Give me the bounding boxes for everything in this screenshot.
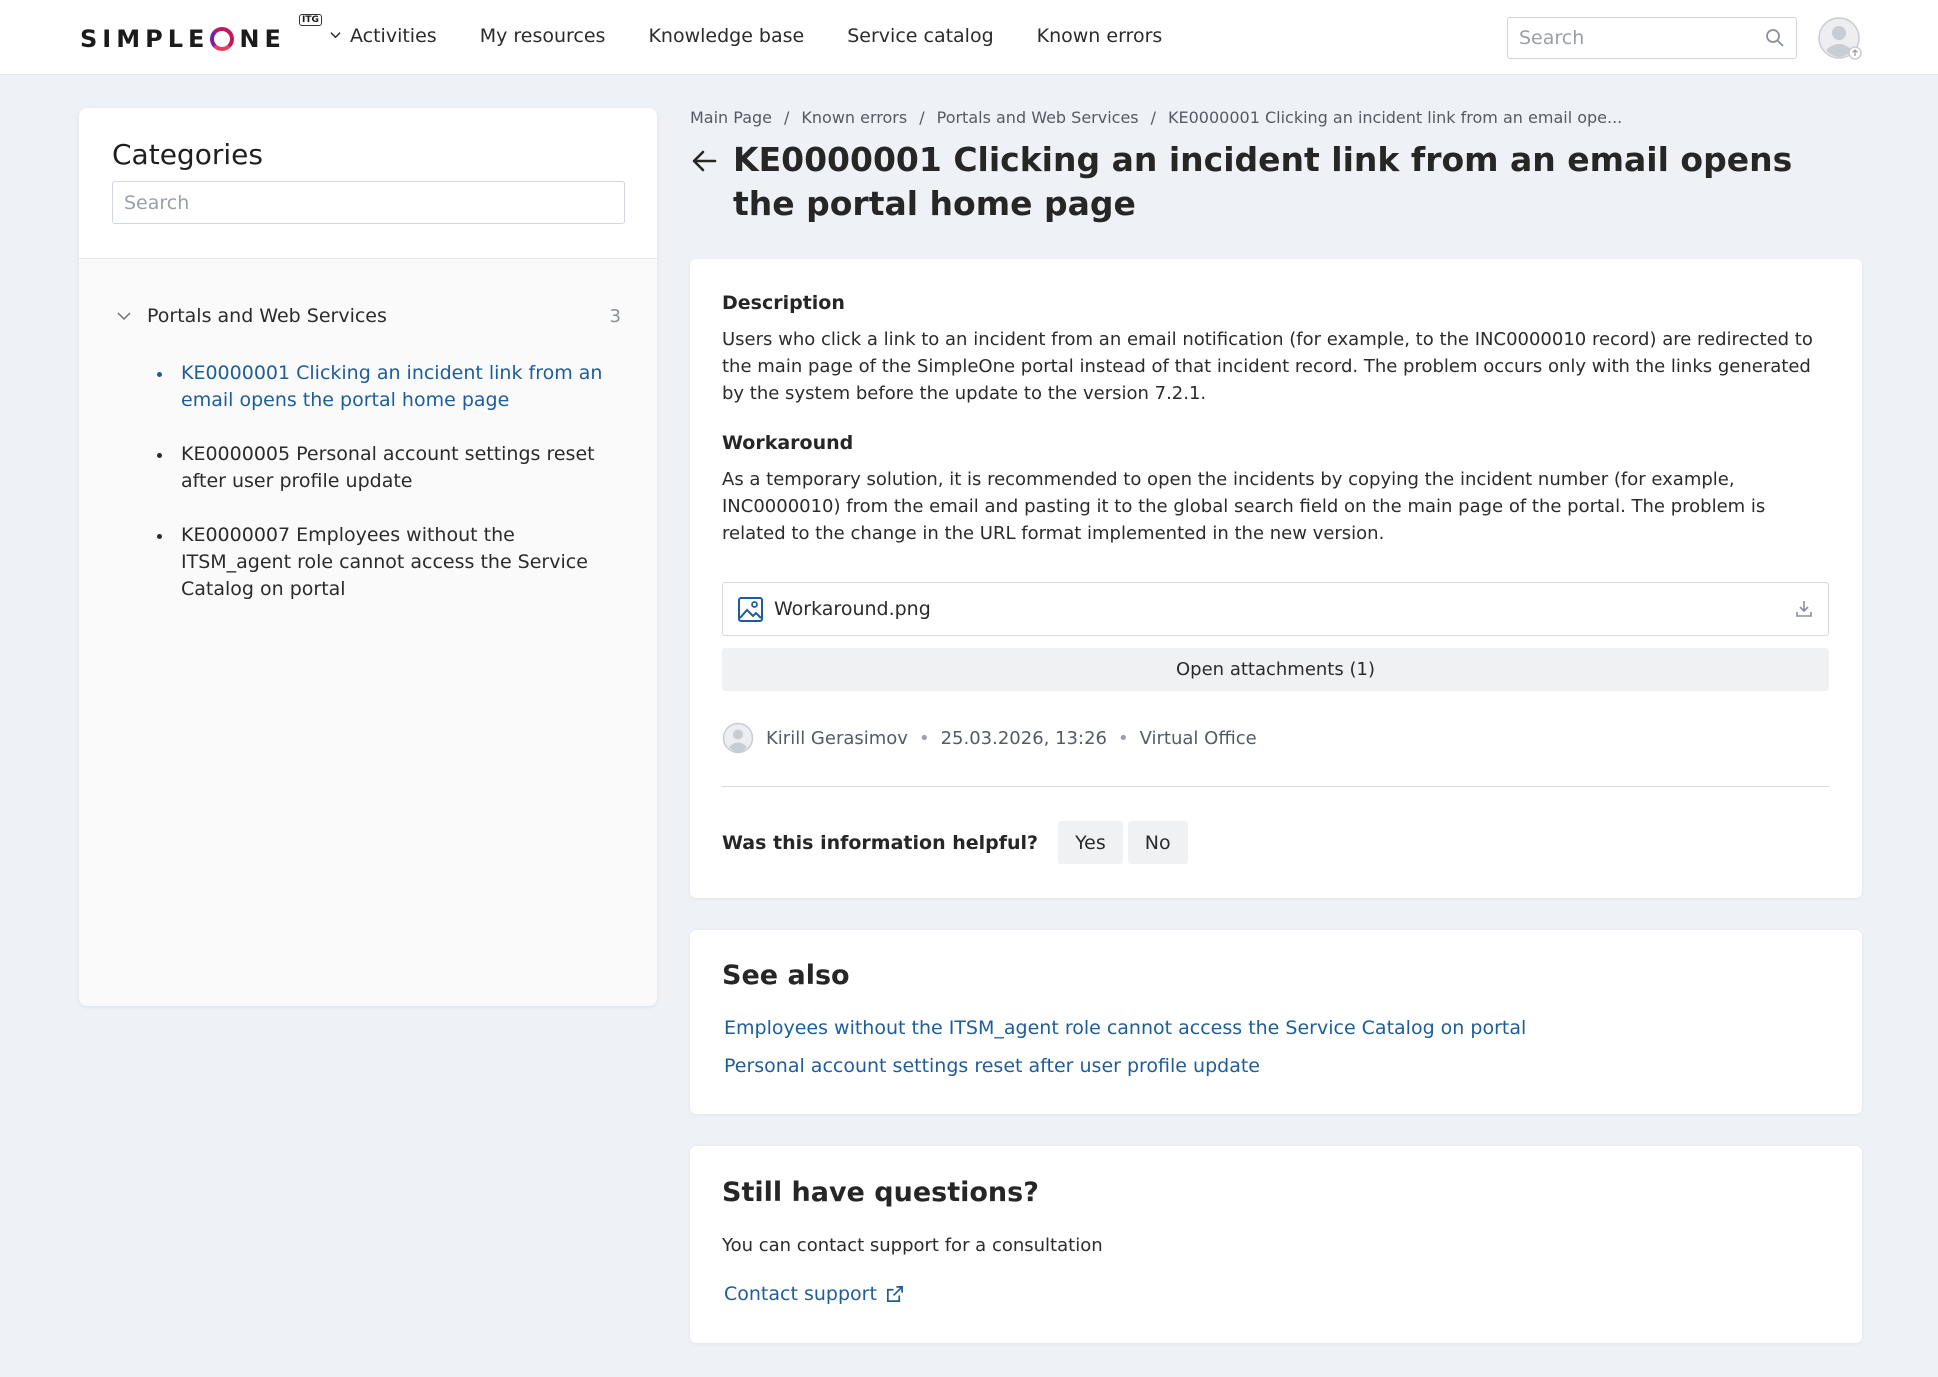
workaround-heading: Workaround <box>722 432 854 454</box>
description-text: Users who click a link to an incident fr… <box>722 329 1813 404</box>
header-search-input[interactable] <box>1508 18 1748 58</box>
user-avatar-icon[interactable] <box>1817 16 1863 62</box>
see-also-link-account-settings[interactable]: Personal account settings reset after us… <box>724 1055 1260 1077</box>
divider <box>722 786 1829 787</box>
category-article-list: KE0000001 Clicking an incident link from… <box>157 360 627 630</box>
breadcrumb-separator: / <box>784 108 790 127</box>
questions-card: Still have questions? You can contact su… <box>690 1146 1862 1343</box>
categories-header: Categories <box>79 108 657 259</box>
article-location: Virtual Office <box>1139 727 1257 749</box>
workaround-text: As a temporary solution, it is recommend… <box>722 469 1766 544</box>
feedback-row: Was this information helpful? Yes No <box>722 821 1193 864</box>
questions-heading: Still have questions? <box>722 1177 1039 1208</box>
logo-text-start: SIMPLE <box>80 25 210 53</box>
simpleone-logo[interactable]: SIMPLE NE ITG <box>80 14 322 54</box>
chevron-down-icon <box>330 31 341 38</box>
author-avatar-icon <box>722 722 754 754</box>
article-card: Description Users who click a link to an… <box>690 259 1862 898</box>
feedback-question: Was this information helpful? <box>722 831 1039 854</box>
nav-label: Known errors <box>1036 25 1163 47</box>
back-arrow-icon[interactable] <box>690 146 720 176</box>
see-also-card: See also Employees without the ITSM_agen… <box>690 930 1862 1114</box>
nav-activities[interactable]: Activities <box>330 25 437 47</box>
breadcrumb-separator: / <box>1150 108 1157 127</box>
breadcrumb-current: KE0000001 Clicking an incident link from… <box>1168 108 1623 127</box>
search-icon[interactable] <box>1765 28 1785 48</box>
logo-text-end: NE <box>239 25 286 53</box>
nav-service-catalog[interactable]: Service catalog <box>847 25 993 47</box>
breadcrumb-portals-web-services[interactable]: Portals and Web Services <box>937 108 1139 127</box>
breadcrumb-known-errors[interactable]: Known errors <box>801 108 907 127</box>
download-icon[interactable] <box>1794 599 1814 619</box>
attachment-item[interactable]: Workaround.png <box>722 582 1829 636</box>
feedback-yes-button[interactable]: Yes <box>1058 821 1123 864</box>
logo-badge: ITG <box>298 14 322 26</box>
contact-support-link[interactable]: Contact support <box>724 1283 904 1305</box>
category-label: Portals and Web Services <box>147 305 387 327</box>
meta-separator: • <box>1117 727 1129 749</box>
external-link-icon <box>886 1285 903 1302</box>
meta-separator: • <box>918 727 930 749</box>
author-name: Kirill Gerasimov <box>766 727 908 749</box>
nav-known-errors[interactable]: Known errors <box>1037 25 1163 47</box>
nav-label: Service catalog <box>847 25 994 47</box>
category-count: 3 <box>609 305 621 327</box>
categories-panel: Categories Portals and Web Services 3 KE… <box>79 108 657 1006</box>
main-nav: Activities My resources Knowledge base S… <box>330 25 1205 47</box>
see-also-link-itsm-agent[interactable]: Employees without the ITSM_agent role ca… <box>724 1017 1526 1039</box>
contact-support-label: Contact support <box>724 1283 877 1305</box>
logo-ring-icon <box>210 27 235 51</box>
image-file-icon <box>738 596 763 622</box>
description-heading: Description <box>722 292 845 314</box>
open-attachments-button[interactable]: Open attachments (1) <box>722 648 1829 691</box>
nav-label: My resources <box>479 25 606 47</box>
categories-title: Categories <box>112 138 263 171</box>
nav-my-resources[interactable]: My resources <box>480 25 606 47</box>
nav-knowledge-base[interactable]: Knowledge base <box>648 25 804 47</box>
questions-text: You can contact support for a consultati… <box>722 1235 1103 1256</box>
top-header: SIMPLE NE ITG Activities My resources Kno… <box>0 0 1938 75</box>
nav-label: Knowledge base <box>648 25 805 47</box>
nav-label: Activities <box>350 25 437 47</box>
attachment-filename: Workaround.png <box>774 598 931 620</box>
article-date: 25.03.2026, 13:26 <box>940 727 1107 749</box>
header-search <box>1507 17 1797 59</box>
article-link-ke0000007[interactable]: KE0000007 Employees without the ITSM_age… <box>157 522 627 603</box>
article-link-ke0000001[interactable]: KE0000001 Clicking an incident link from… <box>157 360 627 414</box>
category-portals-web-services[interactable]: Portals and Web Services 3 <box>117 305 627 327</box>
breadcrumb: Main Page / Known errors / Portals and Web S… <box>690 108 1622 127</box>
page-title: KE0000001 Clicking an incident link from… <box>733 140 1793 223</box>
feedback-no-button[interactable]: No <box>1127 821 1188 864</box>
see-also-heading: See also <box>722 960 850 991</box>
breadcrumb-main-page[interactable]: Main Page <box>690 108 772 127</box>
article-link-ke0000005[interactable]: KE0000005 Personal account settings rese… <box>157 441 627 495</box>
categories-search-input[interactable] <box>113 182 624 223</box>
breadcrumb-separator: / <box>919 108 925 127</box>
article-meta: Kirill Gerasimov • 25.03.2026, 13:26 • V… <box>722 722 1257 754</box>
chevron-down-icon[interactable] <box>117 309 131 323</box>
categories-search <box>112 181 625 224</box>
